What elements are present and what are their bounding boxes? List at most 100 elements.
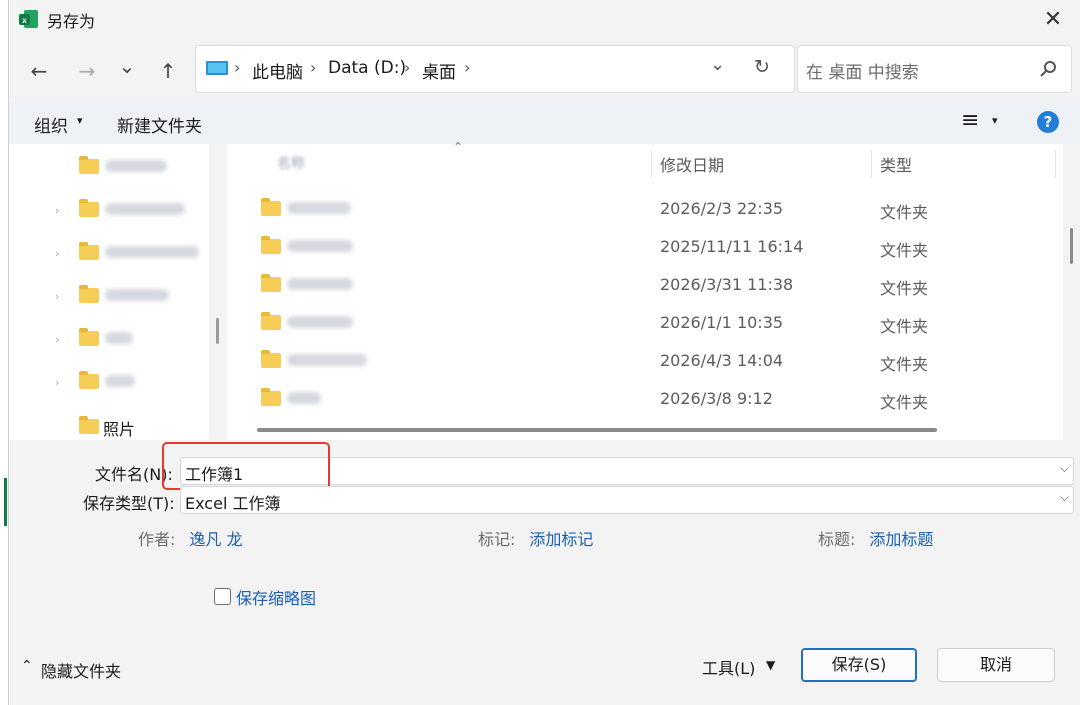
- sort-ascending-icon: ⌃: [453, 140, 464, 154]
- dialog-footer: ⌃ 隐藏文件夹 工具(L) ▼ 保存(S) 取消: [9, 612, 1080, 705]
- tools-button[interactable]: 工具(L): [702, 655, 755, 679]
- file-name-blurred: [287, 278, 353, 290]
- expand-chevron-icon[interactable]: ›: [55, 247, 59, 260]
- hide-folders-button[interactable]: 隐藏文件夹: [41, 658, 121, 682]
- author-value[interactable]: 逸凡 龙: [189, 530, 242, 549]
- new-folder-button[interactable]: 新建文件夹: [117, 112, 202, 137]
- forward-button[interactable]: →: [73, 57, 101, 85]
- chevron-up-icon[interactable]: ⌃: [21, 658, 33, 674]
- sidebar-item-blurred[interactable]: [105, 246, 199, 258]
- vertical-scrollbar[interactable]: [1063, 144, 1080, 440]
- title-bar: x 另存为 ✕: [9, 0, 1080, 40]
- recent-locations-button[interactable]: ⌄: [113, 52, 141, 80]
- search-box[interactable]: 在 桌面 中搜索: [797, 45, 1072, 93]
- add-tags-link[interactable]: 添加标记: [529, 530, 593, 549]
- breadcrumb-separator: ›: [404, 58, 411, 77]
- column-divider[interactable]: [1055, 150, 1056, 178]
- monitor-icon: [206, 61, 228, 75]
- file-row[interactable]: 2026/3/31 11:38 文件夹: [227, 265, 1063, 303]
- column-divider[interactable]: [651, 150, 652, 178]
- add-title-link[interactable]: 添加标题: [869, 530, 933, 549]
- save-button[interactable]: 保存(S): [801, 648, 917, 682]
- sidebar-item-blurred[interactable]: [105, 203, 185, 215]
- thumbnail-label[interactable]: 保存缩略图: [236, 585, 316, 609]
- file-row[interactable]: 2025/11/11 16:14 文件夹: [227, 227, 1063, 265]
- window-title: 另存为: [47, 12, 96, 31]
- folder-icon: [79, 285, 99, 303]
- breadcrumb-separator: ›: [310, 58, 317, 77]
- filetype-label: 保存类型(T):: [83, 494, 175, 513]
- title-label: 标题:: [818, 530, 856, 549]
- file-name-blurred: [287, 392, 321, 404]
- filetype-select[interactable]: Excel 工作簿 ⌵: [180, 486, 1074, 514]
- vertical-scroll-thumb[interactable]: [1070, 228, 1073, 264]
- file-row[interactable]: 2026/1/1 10:35 文件夹: [227, 303, 1063, 341]
- expand-chevron-icon[interactable]: ›: [55, 204, 59, 217]
- breadcrumb-data-drive[interactable]: Data (D:): [328, 58, 406, 78]
- file-name-blurred: [287, 202, 351, 214]
- file-modified: 2026/1/1 10:35: [660, 313, 784, 332]
- file-modified: 2026/3/31 11:38: [660, 275, 794, 294]
- view-options-icon[interactable]: ≡: [961, 108, 979, 133]
- breadcrumb-desktop[interactable]: 桌面: [422, 58, 456, 83]
- sidebar-scrollbar[interactable]: [209, 144, 227, 440]
- horizontal-scrollbar[interactable]: [257, 428, 937, 432]
- folder-icon: [261, 198, 281, 216]
- sidebar-item-blurred[interactable]: [105, 375, 135, 387]
- filetype-value: Excel 工作簿: [185, 494, 281, 513]
- file-modified: 2026/3/8 9:12: [660, 389, 773, 408]
- file-row[interactable]: 2026/3/8 9:12 文件夹: [227, 379, 1063, 417]
- column-header-name[interactable]: 名称: [277, 153, 305, 173]
- sidebar-item-blurred[interactable]: [105, 332, 133, 344]
- folder-icon: [261, 274, 281, 292]
- svg-text:x: x: [22, 16, 27, 25]
- view-chevron-icon[interactable]: ▾: [992, 114, 998, 127]
- file-name-blurred: [287, 316, 353, 328]
- folder-icon: [261, 388, 281, 406]
- expand-chevron-icon[interactable]: ›: [55, 290, 59, 303]
- breadcrumb-this-pc[interactable]: 此电脑: [252, 58, 303, 83]
- help-button[interactable]: ?: [1037, 111, 1059, 133]
- file-row[interactable]: 2026/4/3 14:04 文件夹: [227, 341, 1063, 379]
- sidebar-item-blurred[interactable]: [105, 289, 169, 301]
- column-header-modified[interactable]: 修改日期: [660, 152, 724, 176]
- back-button[interactable]: ←: [25, 57, 53, 85]
- expand-chevron-icon[interactable]: ›: [55, 333, 59, 346]
- close-button[interactable]: ✕: [1039, 6, 1067, 34]
- excel-icon: x: [19, 10, 38, 28]
- organize-button[interactable]: 组织: [34, 112, 68, 137]
- sidebar-item-blurred[interactable]: [105, 160, 167, 172]
- file-modified: 2026/2/3 22:35: [660, 199, 784, 218]
- file-row[interactable]: 2026/2/3 22:35 文件夹: [227, 189, 1063, 227]
- folder-icon: [261, 312, 281, 330]
- navigation-bar: ← → ⌄ ↑ › 此电脑 › Data (D:) › 桌面 › ⌄ ↻ 在 桌…: [9, 40, 1080, 102]
- address-bar[interactable]: › 此电脑 › Data (D:) › 桌面 › ⌄ ↻: [195, 45, 795, 93]
- search-icon: [1040, 61, 1056, 77]
- address-dropdown-icon[interactable]: ⌄: [710, 54, 725, 75]
- column-header-type[interactable]: 类型: [880, 152, 912, 176]
- sidebar-scroll-thumb[interactable]: [216, 318, 219, 344]
- tags-meta: 标记: 添加标记: [478, 526, 593, 550]
- file-type: 文件夹: [880, 393, 929, 412]
- save-as-dialog: x 另存为 ✕ ← → ⌄ ↑ › 此电脑 › Data (D:) › 桌面 ›…: [8, 0, 1080, 705]
- tags-label: 标记:: [478, 530, 516, 549]
- cancel-button[interactable]: 取消: [937, 648, 1055, 682]
- file-list: 名称 ⌃ 修改日期 类型 2026/2/3 22:35 文件夹 2025/11/…: [227, 140, 1063, 440]
- file-type: 文件夹: [880, 317, 929, 336]
- organize-chevron-icon: ▾: [77, 114, 83, 127]
- refresh-button[interactable]: ↻: [754, 56, 770, 78]
- file-type: 文件夹: [880, 241, 929, 260]
- tools-dropdown-icon[interactable]: ▼: [766, 658, 775, 672]
- navigation-pane: › › › › › 照片: [9, 144, 209, 440]
- column-divider[interactable]: [871, 150, 872, 178]
- author-meta: 作者: 逸凡 龙: [138, 526, 243, 550]
- up-button[interactable]: ↑: [154, 57, 182, 85]
- author-label: 作者:: [138, 530, 176, 549]
- chevron-down-icon[interactable]: ⌵: [1060, 490, 1069, 505]
- file-type: 文件夹: [880, 279, 929, 298]
- thumbnail-checkbox[interactable]: [214, 588, 231, 605]
- sidebar-item-photos[interactable]: 照片: [103, 416, 135, 440]
- search-input[interactable]: 在 桌面 中搜索: [806, 58, 919, 83]
- chevron-down-icon[interactable]: ⌵: [1060, 461, 1069, 476]
- expand-chevron-icon[interactable]: ›: [55, 376, 59, 389]
